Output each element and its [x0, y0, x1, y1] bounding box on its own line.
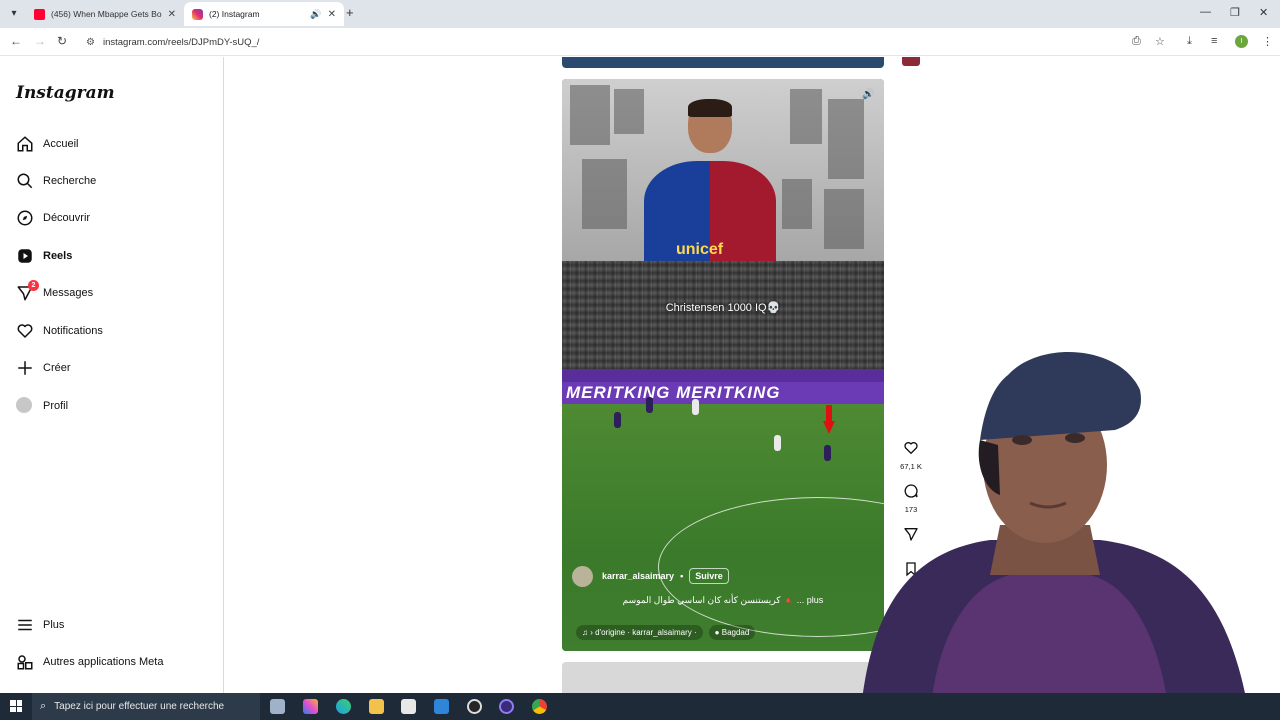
video-caption: Christensen 1000 IQ💀 — [665, 302, 781, 314]
address-bar[interactable]: ⚙ instagram.com/reels/DJPmDY-sUQ_/ — [80, 31, 1180, 53]
author-username[interactable]: karrar_alsaimary — [602, 571, 674, 581]
sidebar: Instagram Accueil Recherche Découvrir Re… — [0, 57, 224, 693]
file-explorer-icon[interactable] — [369, 699, 384, 714]
download-icon[interactable]: ⤓ — [1187, 35, 1192, 48]
site-info-icon[interactable]: ⚙ — [86, 37, 95, 48]
minimize-icon[interactable]: — — [1200, 6, 1211, 18]
sidebar-item-label: Profil — [43, 400, 69, 412]
sidebar-item-reels[interactable]: Reels — [16, 244, 72, 268]
chrome-icon[interactable] — [532, 699, 547, 714]
task-view-icon[interactable] — [270, 699, 285, 714]
obs-icon[interactable] — [467, 699, 482, 714]
previous-reel[interactable] — [562, 57, 884, 68]
reel-top-frame: unicef 🔊 — [562, 79, 884, 261]
sidebar-item-recherche[interactable]: Recherche — [16, 169, 96, 193]
location-chip[interactable]: ● Bagdad — [708, 625, 756, 640]
home-icon — [16, 135, 34, 153]
compass-icon — [16, 209, 34, 227]
instagram-logo[interactable]: Instagram — [16, 83, 115, 103]
webcam-overlay — [800, 345, 1280, 720]
search-icon — [16, 172, 34, 190]
heart-icon — [16, 322, 34, 340]
bookmark-star-icon[interactable]: ☆ — [1155, 35, 1165, 48]
meta-apps-icon — [16, 653, 34, 671]
messenger-icon: 2 — [16, 280, 39, 302]
url-text[interactable]: instagram.com/reels/DJPmDY-sUQ_/ — [103, 37, 259, 48]
presenter-figure — [644, 99, 776, 261]
sidebar-item-label: Plus — [43, 619, 65, 631]
windows-start-icon[interactable] — [10, 700, 22, 712]
mail-icon[interactable] — [434, 699, 449, 714]
separator-dot: • — [680, 571, 684, 581]
speaker-icon[interactable]: 🔊 — [310, 9, 321, 20]
close-icon[interactable]: ✕ — [328, 9, 336, 20]
reel-meta-row: ♫ › d'origine · karrar_alsaimary · ● Bag… — [576, 625, 761, 640]
sidebar-item-label: Découvrir — [43, 212, 91, 224]
back-icon[interactable]: ← — [10, 34, 22, 48]
sidebar-item-label: Accueil — [43, 138, 79, 150]
sidebar-item-accueil[interactable]: Accueil — [16, 132, 78, 156]
reload-icon[interactable]: ↻ — [57, 34, 67, 48]
tab-instagram[interactable]: (2) Instagram 🔊 ✕ — [184, 2, 344, 26]
player — [646, 397, 653, 413]
notification-badge: 2 — [28, 280, 39, 291]
new-tab-button[interactable]: + — [346, 5, 354, 20]
reel-author-row: karrar_alsaimary • Suivre — [572, 565, 729, 587]
close-window-icon[interactable]: ✕ — [1259, 6, 1268, 19]
sidebar-item-label: Notifications — [43, 325, 103, 337]
tab-youtube[interactable]: (456) When Mbappe Gets Bore ✕ — [26, 2, 184, 26]
location-pin-icon: ● — [714, 628, 720, 637]
player — [774, 435, 781, 451]
avatar-icon — [16, 397, 34, 415]
author-avatar[interactable] — [572, 565, 593, 587]
sidebar-item-plus[interactable]: Plus — [16, 613, 64, 637]
restore-icon[interactable]: ❐ — [1230, 6, 1240, 19]
taskbar-search[interactable]: ⌕ Tapez ici pour effectuer une recherche — [32, 693, 260, 720]
search-icon: ⌕ — [40, 700, 47, 712]
profile-avatar[interactable]: I — [1235, 35, 1248, 48]
address-bar-row: ← → ↻ ⚙ instagram.com/reels/DJPmDY-sUQ_/… — [0, 28, 1280, 56]
sidebar-item-decouvrir[interactable]: Découvrir — [16, 206, 90, 230]
previous-reel-thumb — [902, 57, 920, 66]
tab-title: (2) Instagram — [209, 9, 260, 19]
instagram-icon — [192, 8, 203, 20]
browser-tab-strip: ▾ (456) When Mbappe Gets Bore ✕ (2) Inst… — [0, 0, 1280, 28]
more-menu-icon[interactable]: ⋮ — [1262, 35, 1273, 48]
plus-icon — [16, 359, 34, 377]
media-control-icon[interactable]: ≡ — [1211, 35, 1217, 47]
original-audio-chip[interactable]: ♫ › d'origine · karrar_alsaimary · — [576, 625, 703, 640]
sidebar-item-creer[interactable]: Créer — [16, 356, 71, 380]
close-icon[interactable]: ✕ — [168, 9, 176, 20]
forward-icon[interactable]: → — [34, 34, 46, 48]
sidebar-item-notifications[interactable]: Notifications — [16, 319, 103, 343]
location-label: Bagdad — [721, 628, 750, 637]
edge-icon[interactable] — [336, 699, 351, 714]
jersey-text: unicef — [676, 241, 724, 258]
sidebar-item-messages[interactable]: 2 Messages — [16, 280, 94, 305]
sidebar-item-label: Créer — [43, 362, 71, 374]
reels-icon — [16, 247, 34, 265]
sidebar-item-label: Autres applications Meta — [43, 656, 164, 668]
menu-icon — [16, 616, 34, 634]
tab-title: (456) When Mbappe Gets Bore — [51, 9, 162, 19]
sidebar-item-label: Recherche — [43, 175, 97, 187]
sidebar-item-label: Reels — [43, 250, 73, 262]
windows-taskbar: ⌕ Tapez ici pour effectuer une recherche — [0, 693, 1280, 720]
copilot-icon[interactable] — [303, 699, 318, 714]
app-icon[interactable] — [499, 699, 514, 714]
player — [614, 412, 621, 428]
taskbar-search-placeholder: Tapez ici pour effectuer une recherche — [54, 701, 225, 712]
store-icon[interactable] — [401, 699, 416, 714]
youtube-icon — [34, 8, 45, 20]
follow-button[interactable]: Suivre — [689, 568, 729, 584]
install-app-icon[interactable]: ⎙ — [1132, 35, 1141, 48]
sidebar-item-profil[interactable]: Profil — [16, 394, 68, 418]
tab-search-icon[interactable]: ▾ — [6, 6, 22, 22]
sidebar-item-label: Messages — [43, 287, 94, 299]
player — [692, 399, 699, 415]
volume-icon[interactable]: 🔊 — [862, 89, 874, 100]
sidebar-item-meta-apps[interactable]: Autres applications Meta — [16, 650, 163, 674]
